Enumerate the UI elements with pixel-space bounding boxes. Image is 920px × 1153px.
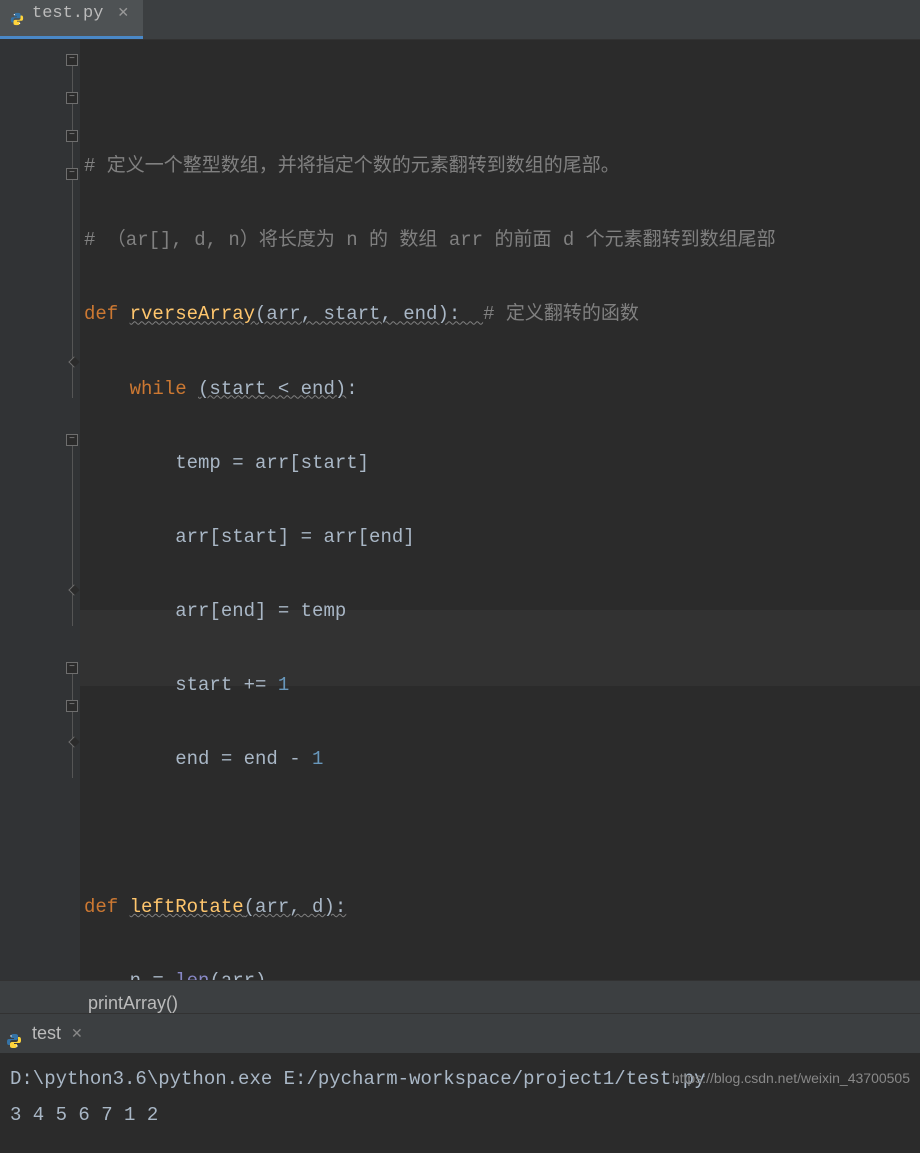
console-stdout: 3 4 5 6 7 1 2 <box>10 1097 910 1133</box>
code-text: 1 <box>278 674 289 696</box>
code-text: def <box>84 303 130 325</box>
fold-icon[interactable]: − <box>66 92 78 104</box>
code-text: start += <box>175 674 278 696</box>
code-text: (arr, d): <box>244 896 347 918</box>
run-config-name: test <box>32 1016 61 1050</box>
code-area[interactable]: # 定义一个整型数组，并将指定个数的元素翻转到数组的尾部。 # （ar[], d… <box>80 40 920 980</box>
code-text: n = <box>130 970 176 980</box>
fold-icon[interactable]: − <box>66 130 78 142</box>
code-text: # 定义翻转的函数 <box>483 303 639 325</box>
code-text: arr[end] = temp <box>175 600 346 622</box>
editor-tab[interactable]: test.py ✕ <box>0 0 143 39</box>
code-text: rverseArray <box>130 303 255 325</box>
breadcrumb-function: printArray() <box>88 993 178 1013</box>
tab-bar: test.py ✕ <box>0 0 920 40</box>
fold-icon[interactable]: − <box>66 168 78 180</box>
code-text: 1 <box>312 748 323 770</box>
code-editor: − − − − − − − # 定义一个整型数组，并将指定个数的元素翻转到数组的… <box>0 40 920 980</box>
watermark: https://blog.csdn.net/weixin_43700505 <box>672 1065 910 1092</box>
close-tab-icon[interactable]: ✕ <box>117 1 129 28</box>
breadcrumb[interactable]: printArray() <box>0 980 920 1013</box>
fold-end-icon <box>68 584 79 595</box>
python-file-icon <box>6 1026 22 1042</box>
fold-end-icon <box>68 356 79 367</box>
fold-end-icon <box>68 736 79 747</box>
fold-icon[interactable]: − <box>66 434 78 446</box>
code-text: end = end - <box>175 748 312 770</box>
code-text: def <box>84 896 130 918</box>
gutter: − − − − − − − <box>0 40 80 980</box>
code-text: (arr) <box>209 970 266 980</box>
code-text: # 定义一个整型数组，并将指定个数的元素翻转到数组的尾部。 <box>84 155 620 177</box>
close-icon[interactable]: ✕ <box>71 1020 83 1047</box>
code-text: arr[start] = arr[end] <box>175 526 414 548</box>
code-text: : <box>346 378 357 400</box>
code-text: (arr, start, end): <box>255 303 483 325</box>
code-text: # （ar[], d, n）将长度为 n 的 数组 arr 的前面 d 个元素翻… <box>84 229 776 251</box>
code-text: temp = arr[start] <box>175 452 369 474</box>
code-text: leftRotate <box>130 896 244 918</box>
code-text: (start < end) <box>198 378 346 400</box>
python-file-icon <box>10 7 24 21</box>
fold-icon[interactable]: − <box>66 54 78 66</box>
code-text: len <box>175 970 209 980</box>
code-text: while <box>130 378 198 400</box>
fold-icon[interactable]: − <box>66 700 78 712</box>
tab-filename: test.py <box>32 0 103 30</box>
fold-icon[interactable]: − <box>66 662 78 674</box>
